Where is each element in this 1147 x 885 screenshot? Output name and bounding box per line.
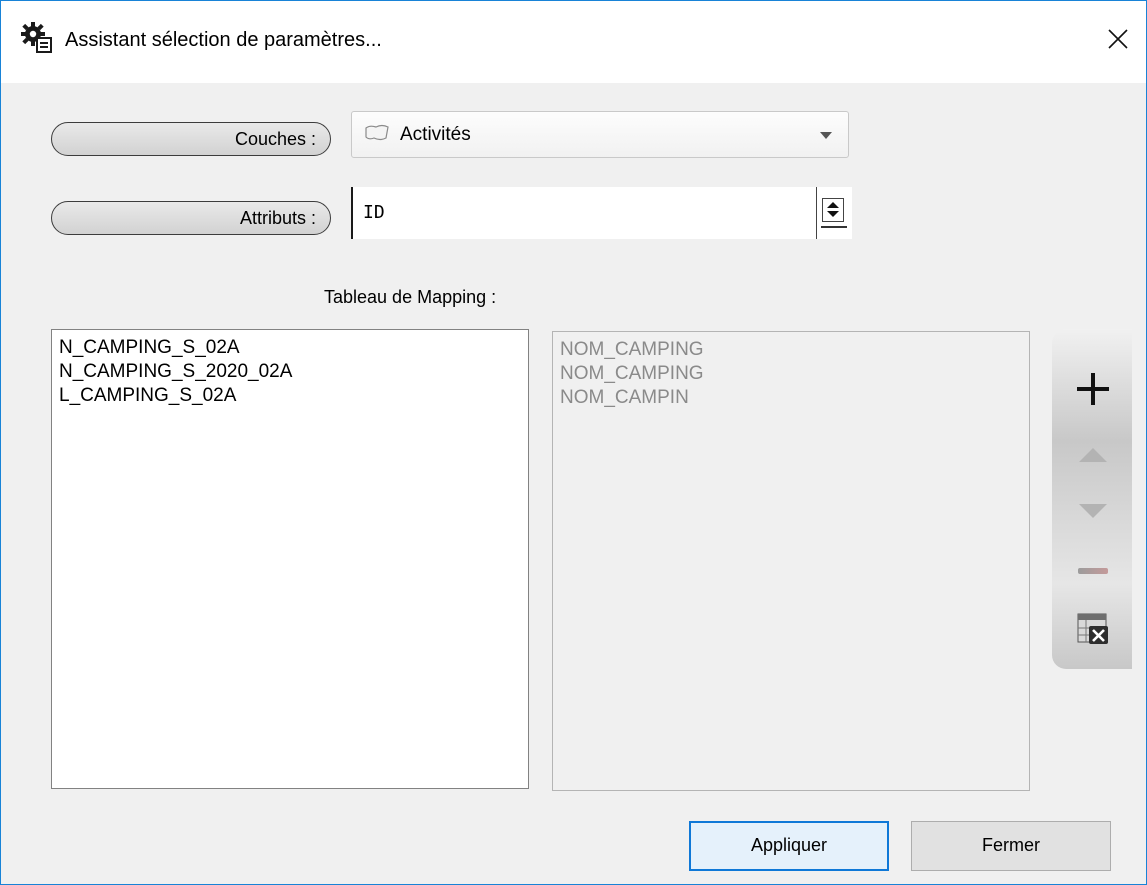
list-item[interactable]: N_CAMPING_S_2020_02A — [52, 360, 528, 384]
attributs-label: Attributs : — [51, 201, 331, 235]
settings-gear-icon — [21, 22, 52, 53]
clear-table-icon — [1077, 613, 1108, 644]
apply-label: ppliquer — [762, 835, 828, 855]
list-item[interactable]: NOM_CAMPING — [553, 338, 1029, 362]
couches-label: Couches : — [51, 122, 331, 156]
attributs-value: ID — [363, 202, 385, 223]
arrow-up-icon — [1079, 448, 1107, 462]
remove-mapping-button[interactable] — [1068, 549, 1118, 593]
plus-icon — [1077, 373, 1109, 405]
couches-dropdown[interactable]: Activités — [351, 111, 849, 158]
couches-selected-value: Activités — [400, 124, 471, 145]
mapped-attributes-list[interactable]: NOM_CAMPING NOM_CAMPING NOM_CAMPIN — [552, 331, 1030, 791]
clear-table-button[interactable] — [1068, 607, 1118, 651]
polygon-layer-icon — [365, 124, 389, 141]
attributs-spinner-button[interactable] — [816, 187, 852, 239]
list-item[interactable]: NOM_CAMPING — [553, 362, 1029, 386]
mapping-table-label: Tableau de Mapping : — [324, 287, 497, 307]
list-item[interactable]: NOM_CAMPIN — [553, 386, 1029, 410]
apply-mnemonic: A — [750, 835, 763, 855]
chevron-down-icon — [820, 132, 832, 139]
dialog-window: Assistant sélection de paramètres... Cou… — [0, 0, 1147, 885]
minus-icon — [1078, 568, 1108, 574]
move-down-button[interactable] — [1068, 489, 1118, 533]
title-bar: Assistant sélection de paramètres... — [1, 1, 1146, 83]
close-window-button[interactable] — [1090, 11, 1146, 67]
close-label: ermer — [992, 835, 1040, 855]
close-icon — [1108, 29, 1128, 49]
window-title: Assistant sélection de paramètres... — [65, 29, 382, 51]
list-item[interactable]: N_CAMPING_S_02A — [52, 336, 528, 360]
close-mnemonic: F — [981, 835, 993, 855]
add-mapping-button[interactable] — [1068, 367, 1118, 411]
list-item[interactable]: L_CAMPING_S_02A — [52, 384, 528, 408]
apply-button[interactable]: Appliquer — [689, 821, 889, 871]
close-button[interactable]: Fermer — [911, 821, 1111, 871]
arrow-down-icon — [1079, 504, 1107, 518]
mapping-toolbar — [1052, 329, 1132, 669]
up-down-arrows-icon — [822, 198, 844, 222]
source-layers-list[interactable]: N_CAMPING_S_02A N_CAMPING_S_2020_02A L_C… — [51, 329, 529, 789]
move-up-button[interactable] — [1068, 433, 1118, 477]
attributs-field[interactable]: ID — [351, 187, 816, 239]
